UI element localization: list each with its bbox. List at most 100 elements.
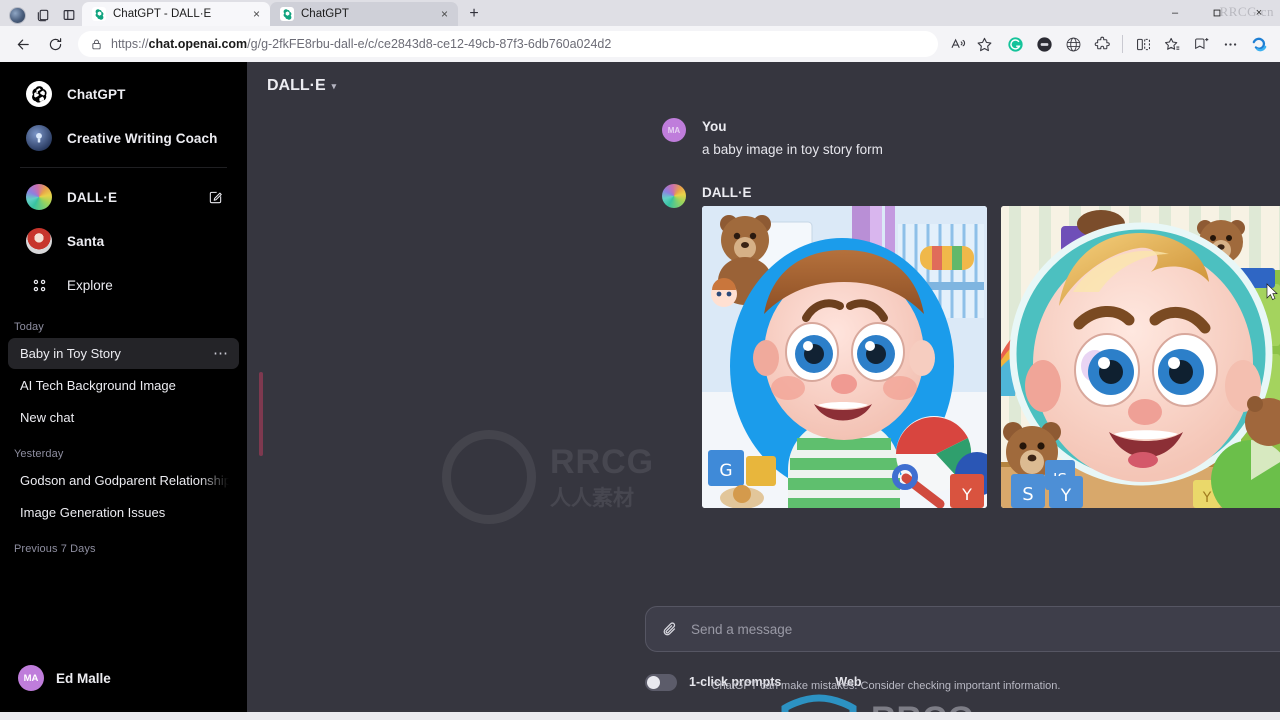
history-item-label: Image Generation Issues: [20, 505, 166, 520]
sidebar-gpt-santa[interactable]: Santa: [8, 221, 239, 261]
disclaimer-text: ChatGPT can make mistakes. Consider chec…: [711, 680, 1061, 692]
profile-avatar-icon[interactable]: [4, 4, 30, 26]
window-controls: – ×: [1154, 0, 1280, 26]
chatgpt-logo-icon: [26, 81, 52, 107]
tab-strip: ChatGPT - DALL·E × ChatGPT × + RRCG.cn –…: [0, 0, 1280, 26]
avatar: MA: [662, 118, 686, 142]
chat-main: DALL·E ▾ MA You a baby image in toy stor…: [247, 62, 1280, 712]
more-options-icon[interactable]: [1217, 31, 1243, 57]
creative-writing-coach-avatar: [26, 125, 52, 151]
generated-image-2[interactable]: IS S Y Y: [1001, 205, 1280, 508]
avatar: MA: [18, 665, 44, 691]
message-input-placeholder[interactable]: Send a message: [691, 622, 1280, 637]
paperclip-icon[interactable]: [662, 621, 679, 638]
history-item-image-generation-issues[interactable]: Image Generation Issues: [8, 497, 239, 528]
sidebar-gpt-label: Creative Writing Coach: [67, 130, 218, 146]
mouse-cursor: [1266, 283, 1278, 305]
history-item-label: Godson and Godparent Relationship: [20, 473, 229, 488]
page-viewport: ChatGPT Creative Writing Coach DALL·E Sa…: [0, 62, 1280, 712]
message-author: You: [702, 119, 727, 134]
message-assistant: DALL·E G Y S Y Y: [247, 160, 1280, 508]
chatgpt-sidebar: ChatGPT Creative Writing Coach DALL·E Sa…: [0, 62, 247, 712]
toolbar-divider: [1122, 35, 1123, 53]
history-item-baby-in-toy-story[interactable]: Baby in Toy Story ⋯: [8, 338, 239, 369]
message-composer[interactable]: Send a message: [645, 606, 1280, 652]
add-to-collections-icon[interactable]: [1188, 31, 1214, 57]
history-item-godson-and-godparent[interactable]: Godson and Godparent Relationship: [8, 465, 239, 496]
sidebar-gpt-label: DALL·E: [67, 189, 118, 205]
sidebar-explore-label: Explore: [67, 277, 113, 293]
tab-close-button[interactable]: ×: [437, 7, 452, 22]
sidebar-scroll-indicator[interactable]: [259, 372, 263, 456]
chat-header: DALL·E ▾: [247, 62, 1280, 110]
history-group-today: Today Baby in Toy Story ⋯ AI Tech Backgr…: [0, 321, 247, 434]
dalle-avatar: [26, 184, 52, 210]
sidebar-gpt-chatgpt[interactable]: ChatGPT: [8, 74, 239, 114]
browser-tab-1[interactable]: ChatGPT ×: [270, 2, 458, 26]
sidebar-item-explore[interactable]: Explore: [8, 265, 239, 305]
tab-close-button[interactable]: ×: [249, 7, 264, 22]
copilot-icon[interactable]: [1246, 31, 1272, 57]
star-icon[interactable]: [972, 32, 996, 56]
browser-tab-0[interactable]: ChatGPT - DALL·E ×: [82, 2, 270, 26]
edit-icon[interactable]: [208, 190, 223, 205]
favorites-icon[interactable]: [1159, 31, 1185, 57]
page-title: DALL·E: [267, 77, 326, 94]
sidebar-gpt-creative-writing-coach[interactable]: Creative Writing Coach: [8, 118, 239, 158]
browser-window: ChatGPT - DALL·E × ChatGPT × + RRCG.cn –…: [0, 0, 1280, 720]
tab-favicon-chatgpt: [280, 7, 294, 21]
svg-text:Y: Y: [1060, 486, 1072, 506]
history-item-label: AI Tech Background Image: [20, 378, 176, 393]
message-thread: MA You a baby image in toy story form DA…: [247, 110, 1280, 606]
history-item-menu-icon[interactable]: ⋯: [213, 346, 229, 361]
address-bar[interactable]: https://chat.openai.com/g/g-2fkFE8rbu-da…: [78, 31, 938, 57]
history-group-label: Today: [14, 321, 44, 333]
history-group-label: Previous 7 Days: [14, 543, 96, 555]
back-arrow-icon[interactable]: [8, 30, 38, 58]
split-screen-icon[interactable]: [1130, 31, 1156, 57]
message-author: DALL·E: [702, 184, 752, 200]
sidebar-gpt-label: Santa: [67, 233, 105, 249]
message-user: MA You a baby image in toy story form: [247, 110, 1280, 160]
message-text: a baby image in toy story form: [702, 142, 883, 157]
minimize-button[interactable]: –: [1154, 0, 1196, 26]
history-group-label: Yesterday: [14, 448, 64, 460]
sidebar-gpt-dalle[interactable]: DALL·E: [8, 177, 239, 217]
history-item-ai-tech-background-image[interactable]: AI Tech Background Image: [8, 370, 239, 401]
maximize-button[interactable]: [1196, 0, 1238, 26]
generated-image-1[interactable]: G Y: [702, 205, 987, 508]
new-tab-button[interactable]: +: [461, 2, 487, 26]
dalle-avatar: [662, 183, 686, 208]
sidebar-divider: [20, 167, 227, 168]
extensions-puzzle-icon[interactable]: [1089, 31, 1115, 57]
history-group-yesterday: Yesterday Godson and Godparent Relations…: [0, 448, 247, 529]
history-group-previous-7-days: Previous 7 Days: [0, 543, 247, 560]
explore-grid-icon: [26, 278, 52, 293]
read-aloud-icon[interactable]: [946, 32, 970, 56]
svg-text:Y: Y: [1202, 490, 1212, 506]
grammarly-extension-icon[interactable]: [1002, 31, 1028, 57]
globe-extension-icon[interactable]: [1060, 31, 1086, 57]
model-selector[interactable]: DALL·E ▾: [267, 77, 336, 95]
santa-avatar: [26, 228, 52, 254]
svg-text:G: G: [719, 461, 732, 481]
tab-title: ChatGPT - DALL·E: [113, 8, 212, 20]
page-bottom-strip: [0, 712, 1280, 720]
composer-area: Send a message: [247, 606, 1280, 652]
history-item-new-chat[interactable]: New chat: [8, 402, 239, 433]
sidebar-user-profile[interactable]: MA Ed Malle: [0, 650, 247, 706]
tab-actions-icon[interactable]: [56, 4, 82, 26]
lock-icon: [90, 38, 103, 51]
collections-icon[interactable]: [30, 4, 56, 26]
url-text: https://chat.openai.com/g/g-2fkFE8rbu-da…: [111, 37, 612, 51]
tab-favicon-chatgpt: [92, 7, 106, 21]
history-item-label: New chat: [20, 410, 75, 425]
sidebar-gpt-label: ChatGPT: [67, 86, 126, 102]
close-button[interactable]: ×: [1238, 0, 1280, 26]
refresh-icon[interactable]: [40, 30, 70, 58]
generated-images-row: G Y S Y Y: [702, 205, 1280, 508]
svg-text:S: S: [1022, 484, 1033, 505]
navigation-bar: https://chat.openai.com/g/g-2fkFE8rbu-da…: [0, 26, 1280, 62]
extensions-row: [998, 31, 1272, 57]
dark-extension-icon[interactable]: [1031, 31, 1057, 57]
